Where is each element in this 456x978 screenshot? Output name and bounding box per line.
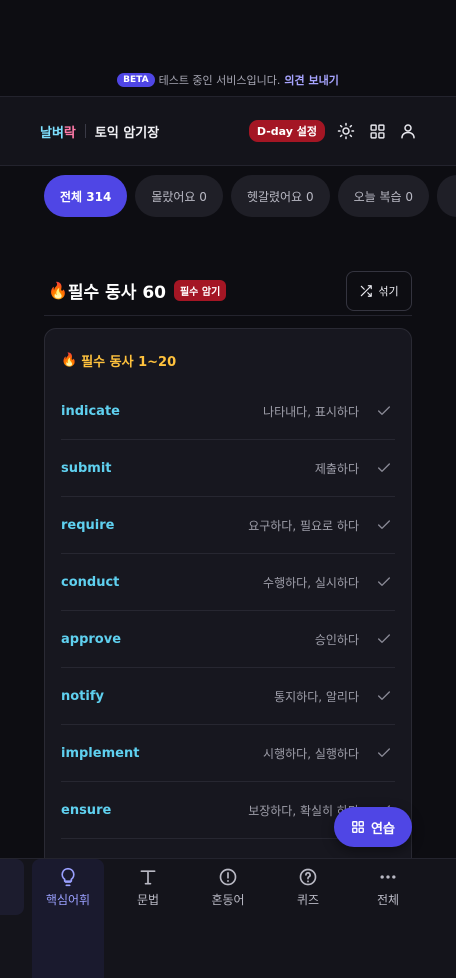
nav-grammar[interactable]: 문법 bbox=[108, 859, 188, 915]
section-title: 🔥 필수 동사 60 bbox=[48, 281, 166, 303]
word-row[interactable]: require 요구하다, 필요로 하다 bbox=[61, 497, 395, 554]
filter-tabs: 전체 314 몰랐어요 0 헷갈렸어요 0 오늘 복습 0 bbox=[44, 175, 456, 217]
check-icon[interactable] bbox=[375, 687, 393, 705]
text-icon bbox=[140, 869, 156, 884]
app-header: 날벼락 토익 암기장 D-day 설정 bbox=[0, 96, 456, 166]
check-icon[interactable] bbox=[375, 459, 393, 477]
word-meaning: 통지하다, 알리다 bbox=[274, 689, 359, 704]
nav-label: 핵심어휘 bbox=[45, 892, 91, 907]
word-row[interactable]: submit 제출하다 bbox=[61, 440, 395, 497]
word-meaning: 수행하다, 실시하다 bbox=[263, 575, 359, 590]
word-row[interactable]: indicate 나타내다, 표시하다 bbox=[61, 383, 395, 440]
more-icon bbox=[380, 874, 396, 879]
tab-unknown[interactable]: 몰랐어요 0 bbox=[135, 175, 223, 217]
dday-button[interactable]: D-day 설정 bbox=[248, 120, 325, 142]
fire-icon: 🔥 bbox=[48, 281, 68, 300]
nav-confusing-words[interactable]: 혼동어 bbox=[188, 859, 268, 915]
word-row[interactable]: conduct 수행하다, 실시하다 bbox=[61, 554, 395, 611]
card-title: 🔥 필수 동사 1~20 bbox=[61, 352, 177, 370]
nav-label: 퀴즈 bbox=[296, 892, 320, 907]
word-english: ensure bbox=[61, 802, 112, 818]
tab-more[interactable] bbox=[437, 175, 456, 217]
tab-all[interactable]: 전체 314 bbox=[44, 175, 128, 217]
word-meaning: 나타내다, 표시하다 bbox=[263, 404, 359, 419]
header-divider bbox=[84, 124, 86, 138]
nav-core-vocab[interactable]: 핵심어휘 bbox=[28, 859, 108, 915]
beta-banner: BETA 테스트 중인 서비스입니다. 의견 보내기 bbox=[0, 68, 456, 92]
check-icon[interactable] bbox=[375, 744, 393, 762]
nav-label: 전체 bbox=[376, 892, 400, 907]
shuffle-label: 섞기 bbox=[378, 284, 399, 298]
check-icon[interactable] bbox=[375, 630, 393, 648]
grid-icon[interactable] bbox=[367, 121, 387, 141]
word-english: approve bbox=[61, 631, 122, 647]
word-meaning: 시행하다, 실행하다 bbox=[263, 746, 359, 761]
user-icon[interactable] bbox=[398, 121, 418, 141]
must-memorize-badge: 필수 암기 bbox=[173, 280, 227, 301]
bottom-nav: 핵심어휘 문법 혼동어 퀴즈 전체 bbox=[0, 858, 456, 978]
sun-icon[interactable] bbox=[336, 121, 356, 141]
word-english: conduct bbox=[61, 574, 120, 590]
section-header: 🔥 필수 동사 60 필수 암기 섞기 bbox=[44, 266, 412, 316]
word-meaning: 승인하다 bbox=[314, 632, 359, 647]
beta-badge: BETA bbox=[117, 73, 155, 87]
shuffle-button[interactable]: 섞기 bbox=[346, 270, 412, 311]
nav-label: 문법 bbox=[136, 892, 160, 907]
nav-edge-panel bbox=[0, 859, 24, 915]
tab-review[interactable]: 오늘 복습 0 bbox=[337, 175, 430, 217]
practice-button[interactable]: 연습 bbox=[334, 807, 412, 847]
practice-label: 연습 bbox=[371, 821, 395, 837]
app-logo[interactable]: 날벼락 bbox=[40, 122, 76, 141]
word-english: submit bbox=[61, 460, 112, 476]
check-icon[interactable] bbox=[375, 516, 393, 534]
word-english: require bbox=[61, 517, 115, 533]
check-icon[interactable] bbox=[375, 573, 393, 591]
fire-icon: 🔥 bbox=[61, 352, 78, 368]
check-icon[interactable] bbox=[375, 402, 393, 420]
feedback-link[interactable]: 의견 보내기 bbox=[284, 72, 338, 88]
app-title: 토익 암기장 bbox=[94, 125, 160, 141]
shuffle-icon bbox=[361, 284, 373, 297]
nav-all[interactable]: 전체 bbox=[348, 859, 428, 915]
word-meaning: 제출하다 bbox=[314, 461, 359, 476]
alert-circle-icon bbox=[219, 868, 237, 885]
tab-confused[interactable]: 헷갈렸어요 0 bbox=[230, 175, 330, 217]
word-row[interactable]: approve 승인하다 bbox=[61, 611, 395, 668]
word-english: indicate bbox=[61, 403, 120, 419]
nav-quiz[interactable]: 퀴즈 bbox=[268, 859, 348, 915]
word-english: notify bbox=[61, 688, 104, 704]
word-row[interactable]: notify 통지하다, 알리다 bbox=[61, 668, 395, 725]
nav-label: 혼동어 bbox=[211, 892, 245, 907]
grid-icon bbox=[352, 821, 364, 833]
word-list: indicate 나타내다, 표시하다 submit 제출하다 require … bbox=[61, 383, 395, 839]
beta-text: 테스트 중인 서비스입니다. bbox=[158, 74, 281, 87]
word-english: implement bbox=[61, 745, 140, 761]
word-row[interactable]: implement 시행하다, 실행하다 bbox=[61, 725, 395, 782]
lightbulb-icon bbox=[61, 867, 75, 886]
help-circle-icon bbox=[299, 868, 317, 885]
word-meaning: 요구하다, 필요로 하다 bbox=[248, 518, 359, 533]
